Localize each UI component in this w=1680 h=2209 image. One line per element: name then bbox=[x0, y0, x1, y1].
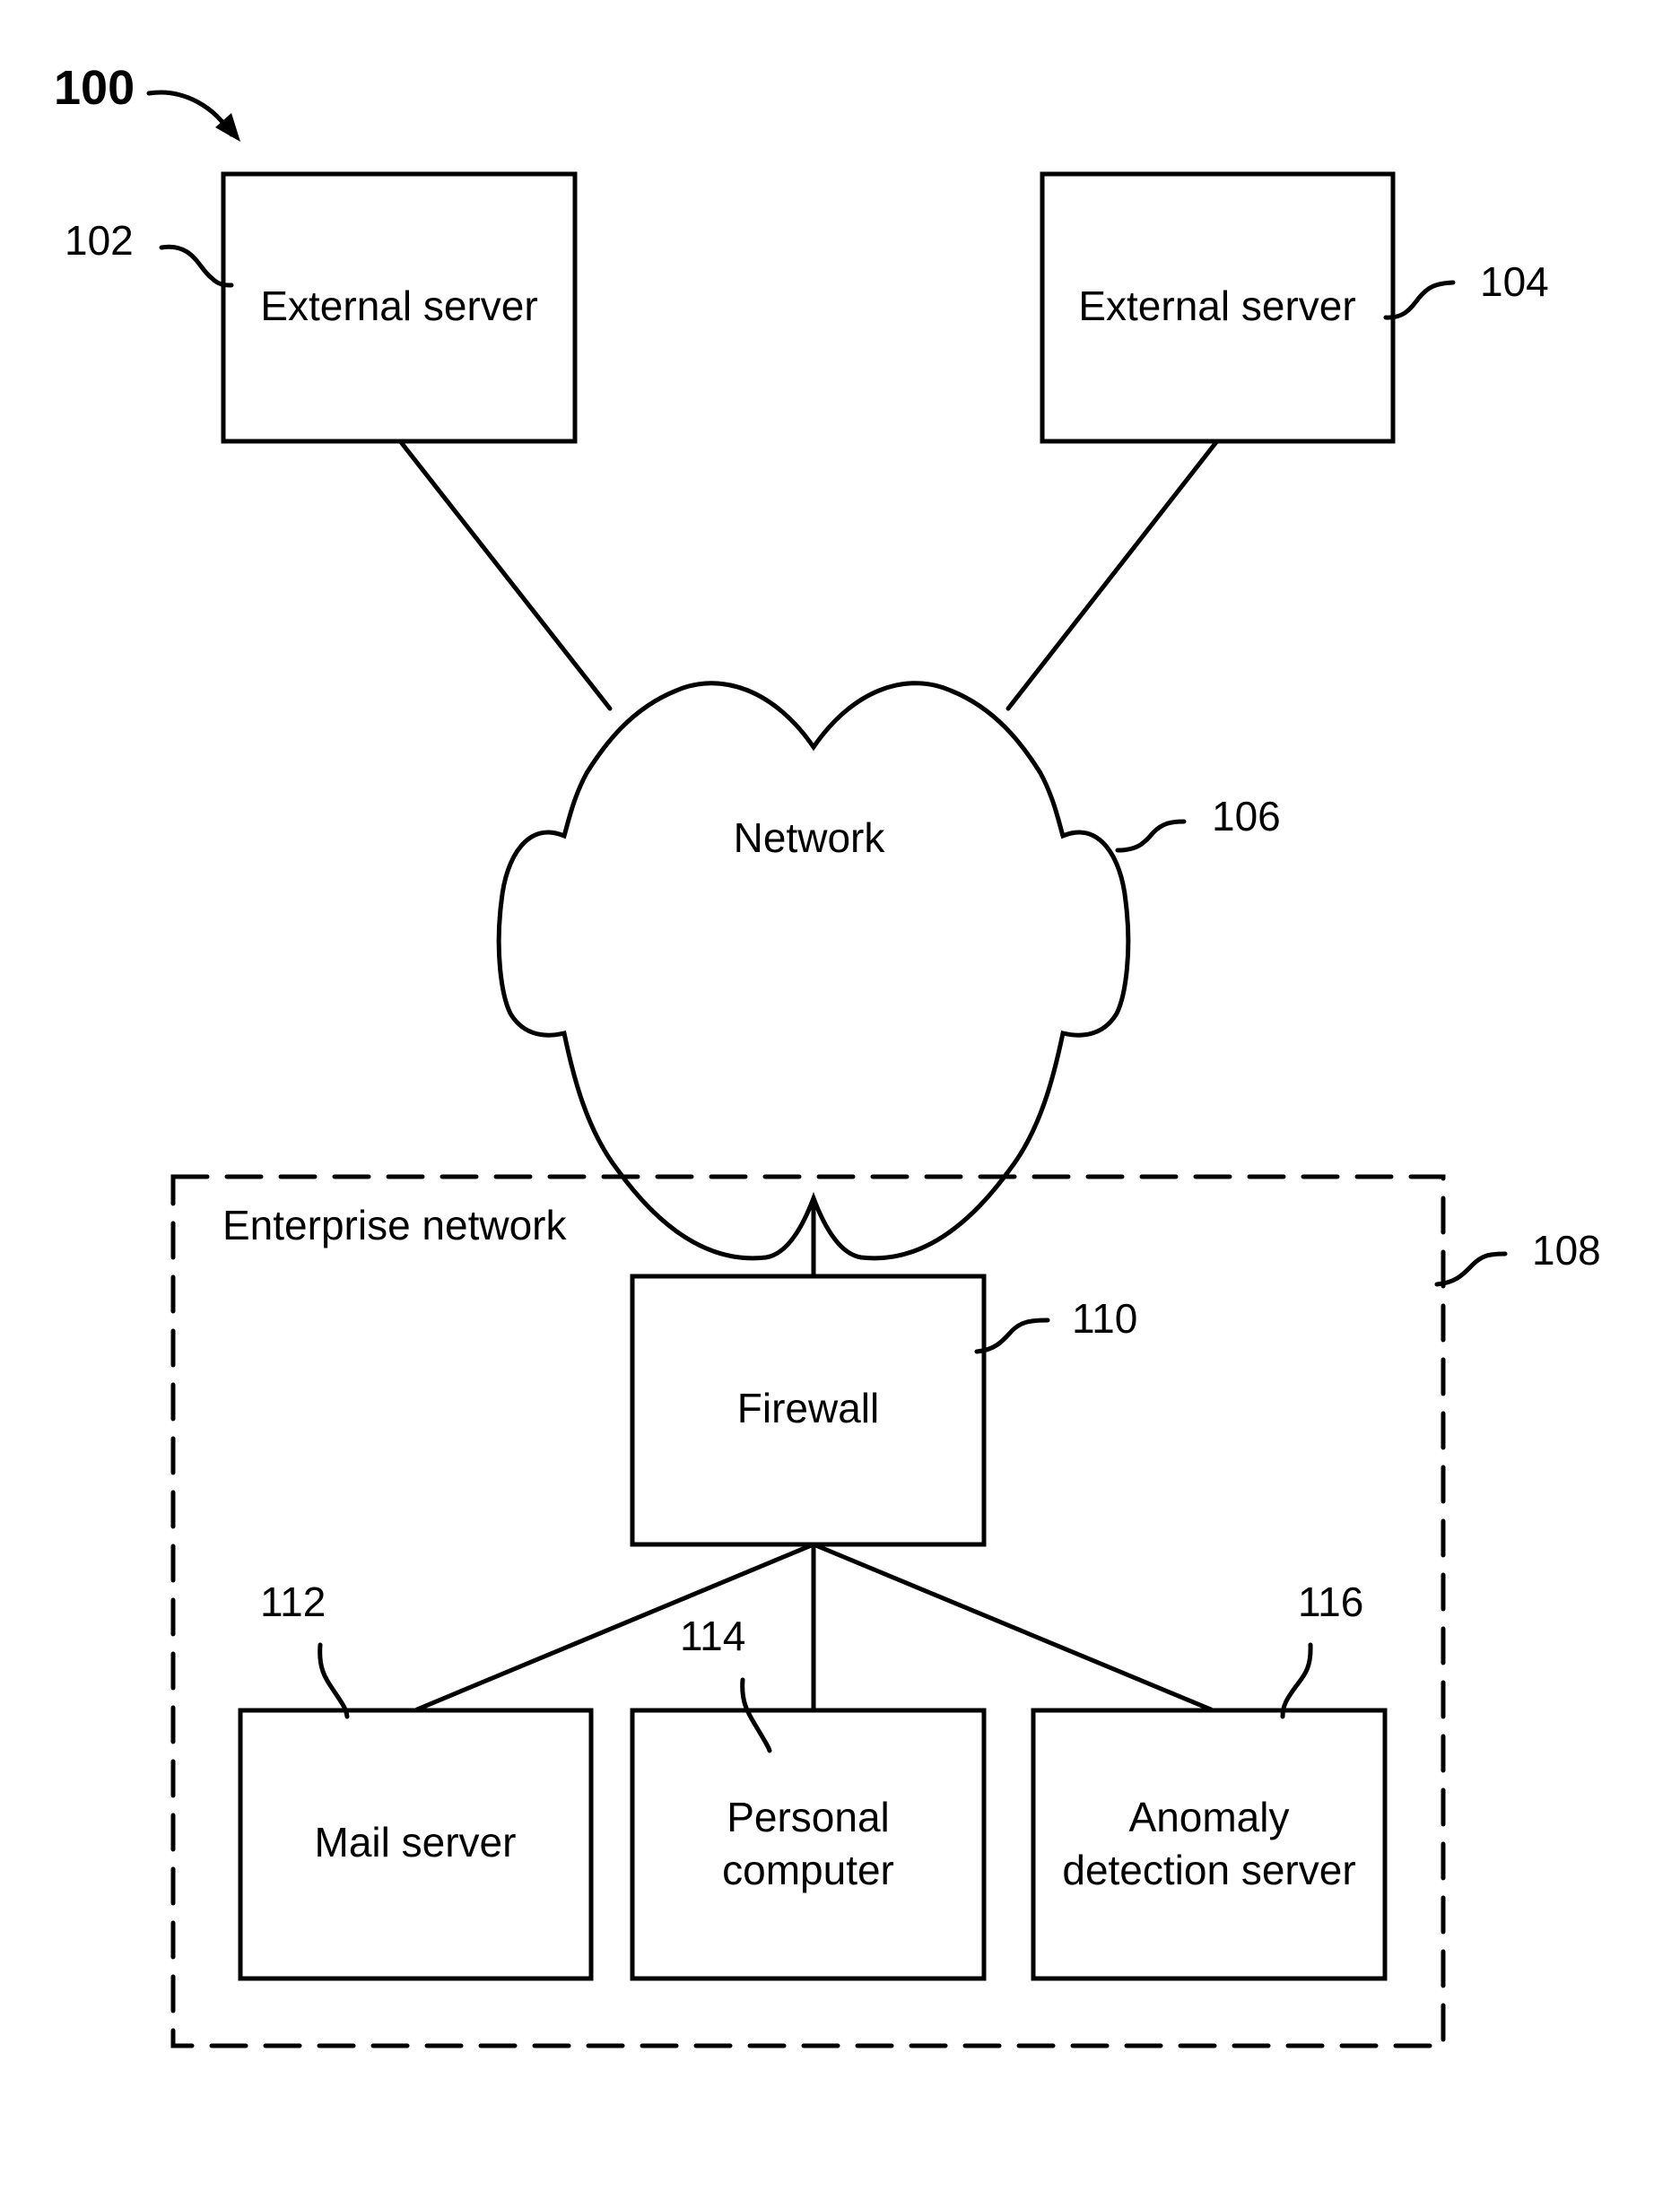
ref-110: 110 bbox=[1072, 1295, 1137, 1342]
ref-106: 106 bbox=[1212, 793, 1281, 839]
personal-computer-label-line1: Personal bbox=[727, 1794, 890, 1840]
external-server-102[interactable]: External server bbox=[221, 171, 578, 444]
leader-108 bbox=[1434, 1251, 1508, 1287]
network-cloud-106[interactable]: Network bbox=[496, 681, 1131, 1261]
network-label: Network bbox=[734, 814, 886, 861]
personal-computer-box bbox=[630, 1708, 987, 1981]
mail-server-112[interactable]: Mail server bbox=[238, 1708, 594, 1981]
leader-104 bbox=[1383, 280, 1456, 320]
external-server-104[interactable]: External server bbox=[1040, 171, 1396, 444]
external-server-label: External server bbox=[1078, 283, 1355, 329]
anomaly-server-label-line1: Anomaly bbox=[1129, 1794, 1290, 1840]
ref-102: 102 bbox=[65, 217, 134, 264]
network-diagram: 100 External server 102 External server … bbox=[54, 61, 1601, 2048]
anomaly-server-box bbox=[1031, 1708, 1388, 1981]
mail-server-label: Mail server bbox=[315, 1819, 517, 1865]
ref-112: 112 bbox=[260, 1578, 326, 1625]
leader-112 bbox=[318, 1642, 350, 1719]
firewall-110[interactable]: Firewall bbox=[630, 1274, 987, 1547]
ref-104: 104 bbox=[1480, 258, 1549, 305]
firewall-label: Firewall bbox=[737, 1385, 879, 1431]
enterprise-network-label: Enterprise network bbox=[222, 1202, 567, 1248]
anomaly-server-label-line2: detection server bbox=[1062, 1847, 1355, 1893]
leader-106 bbox=[1115, 819, 1187, 853]
link-firewall-anomaly bbox=[811, 1542, 1214, 1712]
link-server1-network bbox=[398, 439, 613, 711]
personal-computer-114[interactable]: Personal computer bbox=[630, 1708, 987, 1981]
leader-116 bbox=[1280, 1642, 1313, 1719]
ref-114: 114 bbox=[680, 1613, 745, 1659]
leader-102 bbox=[159, 244, 234, 288]
anomaly-detection-server-116[interactable]: Anomaly detection server bbox=[1031, 1708, 1388, 1981]
personal-computer-label-line2: computer bbox=[722, 1847, 894, 1893]
leader-110 bbox=[974, 1318, 1050, 1354]
ref-116: 116 bbox=[1298, 1578, 1363, 1625]
external-server-label: External server bbox=[260, 283, 537, 329]
ref-108: 108 bbox=[1532, 1227, 1601, 1274]
link-firewall-mail bbox=[414, 1542, 816, 1712]
cloud-icon bbox=[496, 681, 1131, 1261]
figure-number: 100 bbox=[54, 61, 135, 115]
link-server2-network bbox=[1005, 439, 1219, 711]
